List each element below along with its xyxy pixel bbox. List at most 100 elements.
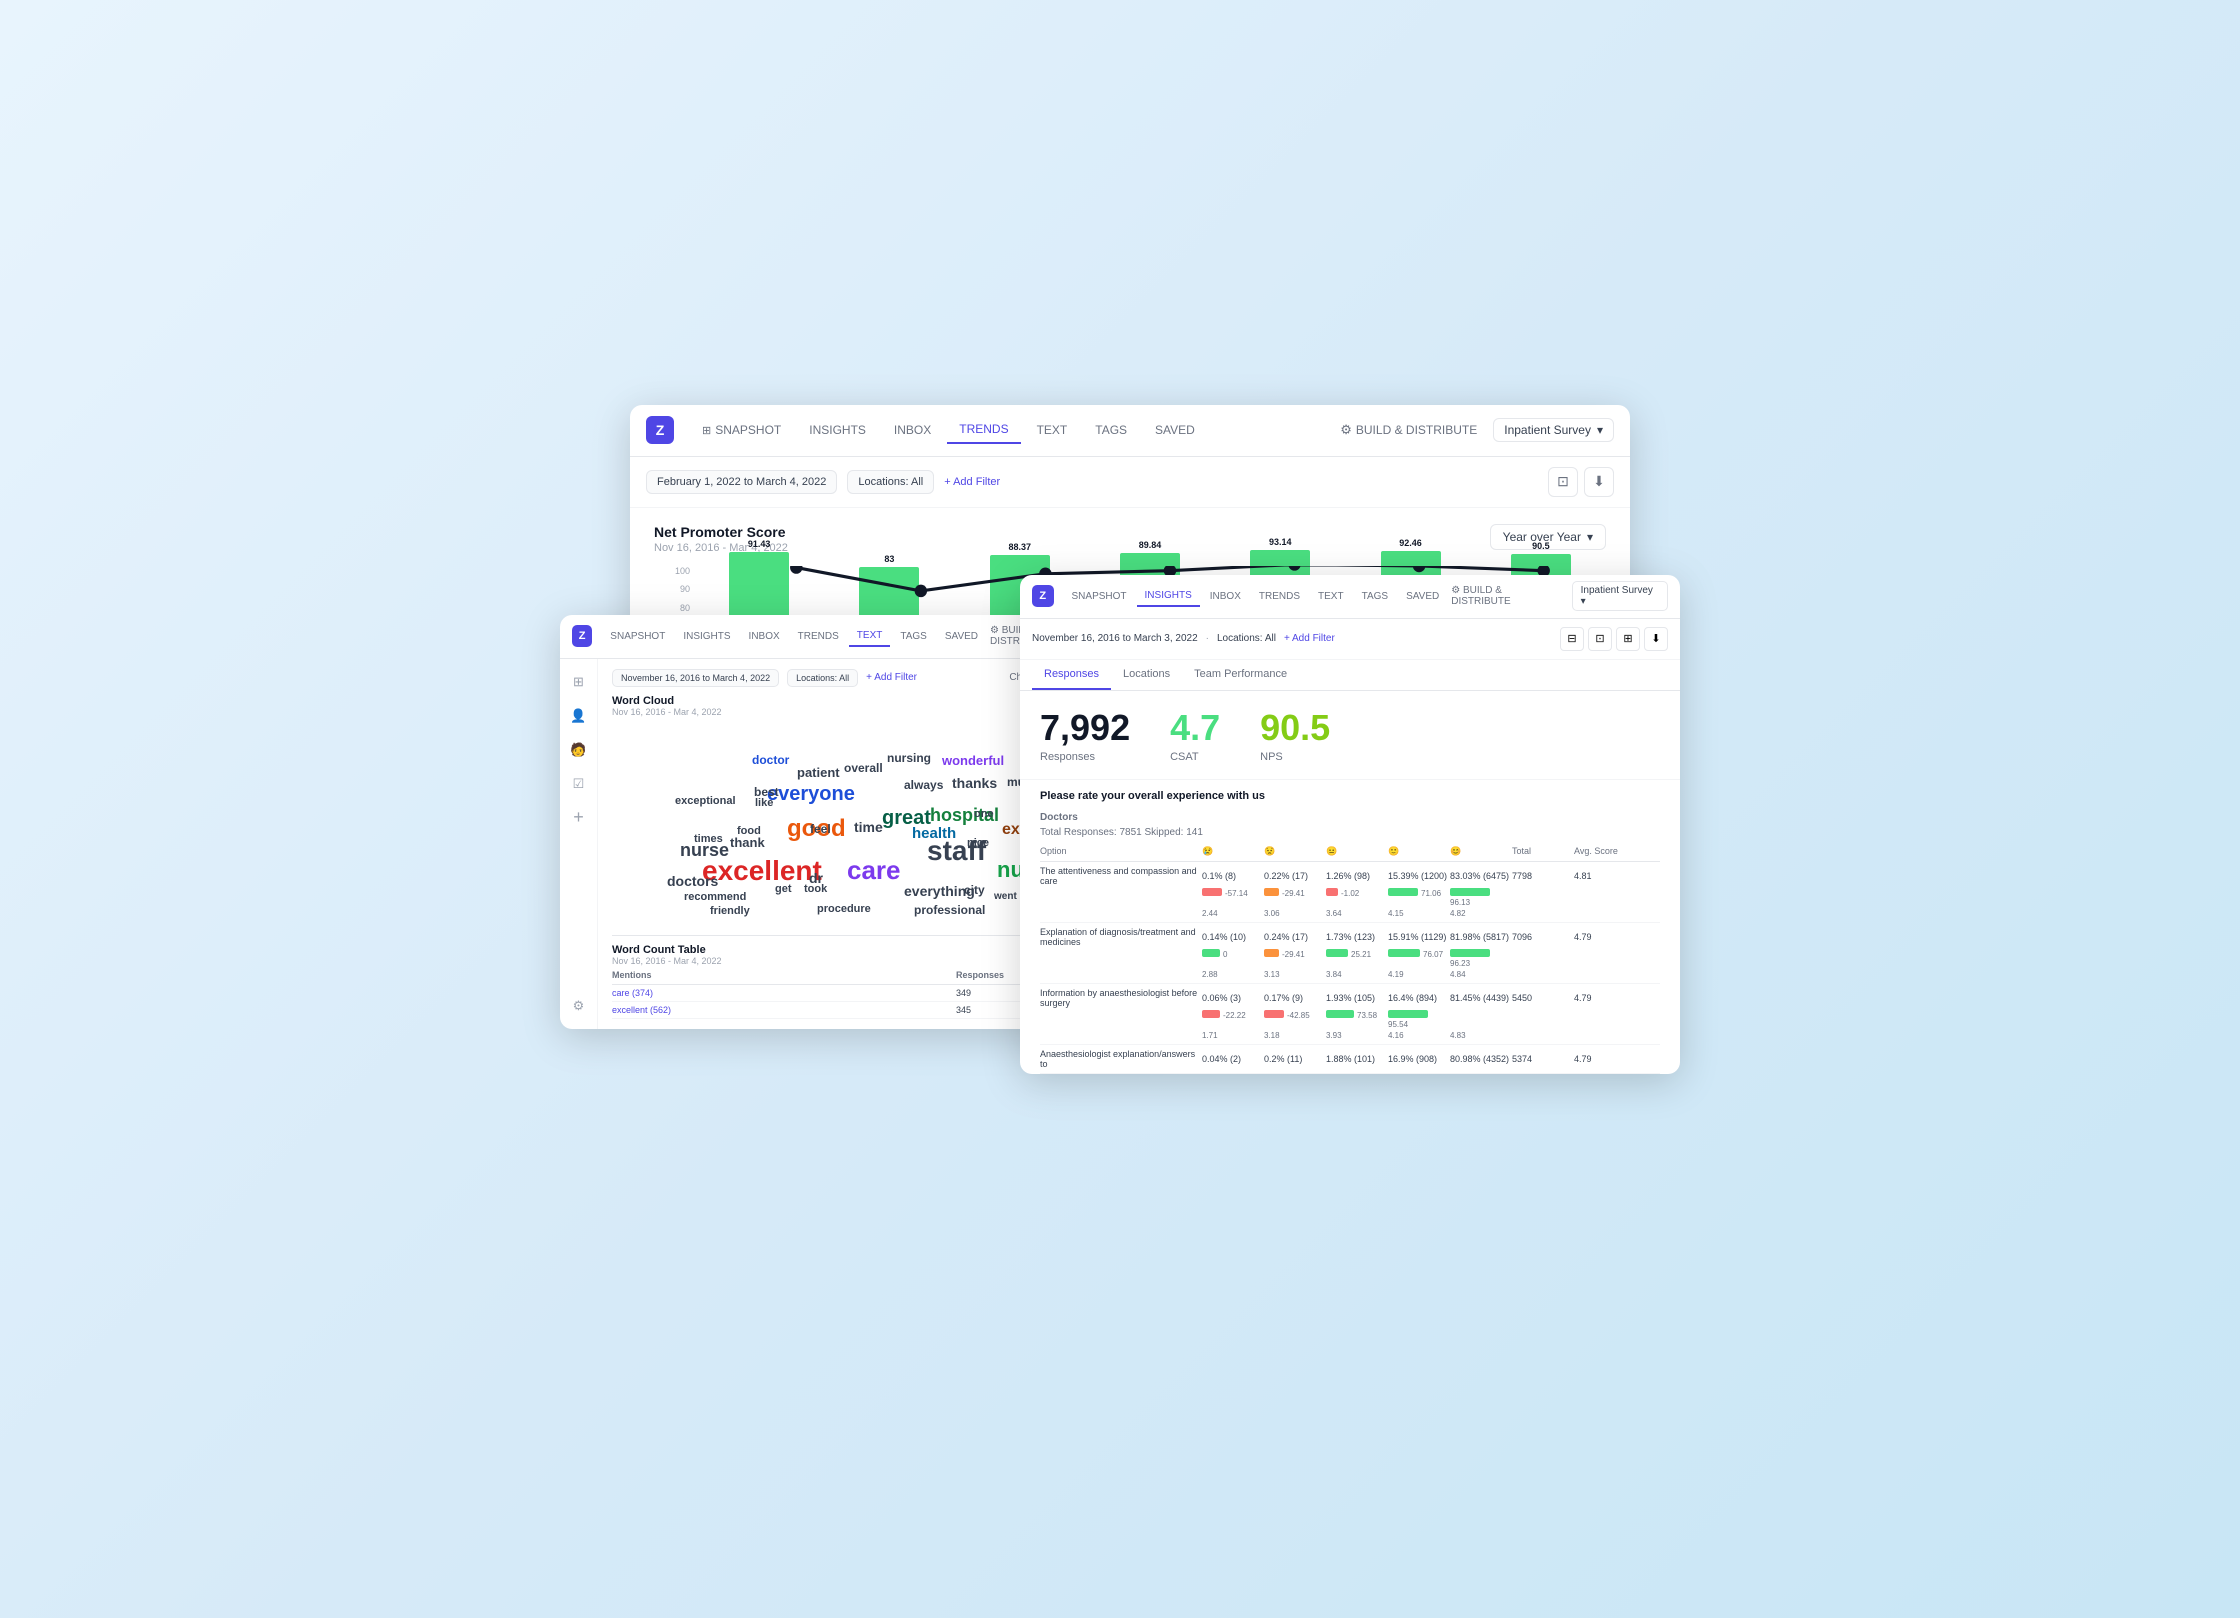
csat-label: CSAT: [1170, 751, 1220, 763]
word-health[interactable]: health: [912, 825, 956, 842]
word-like[interactable]: like: [755, 797, 773, 809]
text-tab-tags[interactable]: TAGS: [892, 627, 934, 646]
word-doctors[interactable]: doctors: [667, 873, 718, 889]
word-link-care[interactable]: care (374): [612, 988, 956, 998]
add-filter-button[interactable]: + Add Filter: [944, 476, 1000, 488]
word-feel[interactable]: feel: [810, 822, 831, 836]
snap-tab-insights[interactable]: INSIGHTS: [1137, 586, 1200, 607]
text-tab-trends[interactable]: TRENDS: [790, 627, 847, 646]
word-wonderful[interactable]: wonderful: [942, 753, 1004, 768]
rating-table: Option 😢 😟 😐 🙂 😊 Total Avg. Score The at…: [1020, 842, 1680, 1074]
text-tab-text[interactable]: TEXT: [849, 626, 891, 647]
word-link-excellent[interactable]: excellent (562): [612, 1005, 956, 1015]
metric-nps: 90.5 NPS: [1260, 707, 1330, 763]
snap-tab-team[interactable]: Team Performance: [1182, 660, 1299, 690]
word-friendly[interactable]: friendly: [710, 905, 750, 917]
word-thank[interactable]: thank: [730, 835, 765, 850]
bar-label-2018: 88.37: [1008, 542, 1031, 552]
text-date-filter[interactable]: November 16, 2016 to March 4, 2022: [612, 669, 779, 687]
tab-saved[interactable]: SAVED: [1143, 417, 1207, 443]
tab-build-distribute[interactable]: ⚙ BUILD & DISTRIBUTE: [1328, 416, 1489, 444]
snapshot-logo: Z: [1032, 585, 1054, 607]
snap-icon-btn-4[interactable]: ⬇: [1644, 627, 1668, 651]
sidebar-icon-settings[interactable]: ⚙: [566, 993, 592, 1019]
chevron-down-icon: ▾: [1597, 423, 1603, 437]
word-went[interactable]: went: [994, 891, 1017, 902]
survey-selector[interactable]: Inpatient Survey ▾: [1493, 418, 1614, 442]
text-add-filter[interactable]: + Add Filter: [866, 672, 917, 683]
tab-inbox[interactable]: INBOX: [882, 417, 943, 443]
sidebar-icon-check[interactable]: ☑: [566, 771, 592, 797]
sidebar-icon-add[interactable]: +: [566, 805, 592, 831]
tab-snapshot[interactable]: ⊞ SNAPSHOT: [690, 417, 793, 443]
share-icon-button[interactable]: ⊡: [1548, 467, 1578, 497]
word-patient[interactable]: patient: [797, 765, 840, 780]
location-filter[interactable]: Locations: All: [847, 470, 934, 494]
snap-build-distribute[interactable]: ⚙ BUILD & DISTRIBUTE: [1451, 585, 1561, 607]
snap-location-filter[interactable]: Locations: All: [1217, 633, 1276, 644]
word-always[interactable]: always: [904, 778, 943, 792]
snap-date-filter[interactable]: November 16, 2016 to March 3, 2022: [1032, 633, 1198, 644]
snap-metrics: 7,992 Responses 4.7 CSAT 90.5 NPS: [1020, 691, 1680, 780]
text-tab-saved[interactable]: SAVED: [937, 627, 986, 646]
sidebar-bottom: ⚙: [566, 993, 592, 1019]
word-thanks[interactable]: thanks: [952, 775, 997, 791]
text-tab-inbox[interactable]: INBOX: [741, 627, 788, 646]
snap-tab-locations[interactable]: Locations: [1111, 660, 1182, 690]
word-overall[interactable]: overall: [844, 761, 883, 775]
rating-table-header: Option 😢 😟 😐 🙂 😊 Total Avg. Score: [1040, 842, 1660, 862]
snap-tab-saved[interactable]: SAVED: [1398, 587, 1447, 606]
snap-tab-trends[interactable]: TRENDS: [1251, 587, 1308, 606]
table-row: Information by anaesthesiologist before …: [1040, 984, 1660, 1045]
bar-label-2017: 83: [884, 554, 894, 564]
snap-content-tabs: Responses Locations Team Performance: [1020, 660, 1680, 691]
tab-insights[interactable]: INSIGHTS: [797, 417, 878, 443]
text-tab-insights[interactable]: INSIGHTS: [675, 627, 738, 646]
tab-tags[interactable]: TAGS: [1083, 417, 1139, 443]
screen-wrapper: Z ⊞ SNAPSHOT INSIGHTS INBOX TRENDS TEXT …: [560, 405, 1680, 1214]
snap-add-filter[interactable]: + Add Filter: [1284, 633, 1335, 644]
word-everything[interactable]: everything: [904, 883, 975, 899]
sidebar-icon-user[interactable]: 🧑: [566, 737, 592, 763]
snap-survey-selector[interactable]: Inpatient Survey ▾: [1572, 581, 1668, 611]
snap-icon-btn-1[interactable]: ⊟: [1560, 627, 1584, 651]
snapshot-window: Z SNAPSHOT INSIGHTS INBOX TRENDS TEXT TA…: [1020, 575, 1680, 1074]
nps-value: 90.5: [1260, 707, 1330, 749]
word-nice[interactable]: nice: [967, 837, 989, 849]
tab-trends[interactable]: TRENDS: [947, 416, 1020, 444]
sidebar-icon-grid[interactable]: ⊞: [566, 669, 592, 695]
nps-label: NPS: [1260, 751, 1330, 763]
snap-icon-btn-2[interactable]: ⊡: [1588, 627, 1612, 651]
word-took[interactable]: took: [804, 883, 827, 895]
text-location-filter[interactable]: Locations: All: [787, 669, 858, 687]
word-procedure[interactable]: procedure: [817, 903, 871, 915]
bar-label-2022: 90.5: [1532, 541, 1550, 551]
snap-filter-bar: November 16, 2016 to March 3, 2022 · Loc…: [1020, 619, 1680, 660]
snap-icon-btn-3[interactable]: ⊞: [1616, 627, 1640, 651]
word-exceptional[interactable]: exceptional: [675, 795, 736, 807]
snap-tab-tags[interactable]: TAGS: [1354, 587, 1396, 606]
word-nursing[interactable]: nursing: [887, 751, 931, 765]
download-icon-button[interactable]: ⬇: [1584, 467, 1614, 497]
word-get[interactable]: get: [775, 883, 792, 895]
snap-tab-responses[interactable]: Responses: [1032, 660, 1111, 690]
snap-tab-snapshot[interactable]: SNAPSHOT: [1064, 587, 1135, 606]
date-filter[interactable]: February 1, 2022 to March 4, 2022: [646, 470, 837, 494]
snap-tab-text[interactable]: TEXT: [1310, 587, 1352, 606]
responses-label: Responses: [1040, 751, 1130, 763]
word-doctor[interactable]: doctor: [752, 753, 789, 767]
word-everyone[interactable]: everyone: [767, 783, 855, 806]
word-one[interactable]: one: [974, 808, 994, 820]
word-times[interactable]: times: [694, 833, 723, 845]
sidebar-icon-person[interactable]: 👤: [566, 703, 592, 729]
tab-text[interactable]: TEXT: [1025, 417, 1080, 443]
text-tab-snapshot[interactable]: SNAPSHOT: [602, 627, 673, 646]
word-care[interactable]: care: [847, 855, 901, 886]
word-time[interactable]: time: [854, 819, 883, 835]
snap-tab-inbox[interactable]: INBOX: [1202, 587, 1249, 606]
bar-label-2020: 93.14: [1269, 537, 1292, 547]
table-row: Anaesthesiologist explanation/answers to…: [1040, 1045, 1660, 1074]
word-food[interactable]: food: [737, 825, 761, 837]
word-professional[interactable]: professional: [914, 903, 985, 917]
word-recommend[interactable]: recommend: [684, 891, 746, 903]
